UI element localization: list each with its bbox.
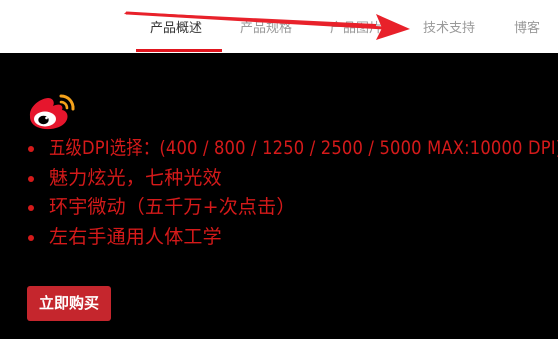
tab-blog[interactable]: 博客 [514,0,540,53]
bullet-dot [28,146,34,152]
feature-item-lighting: 魅力炫光，七种光效 [28,164,558,194]
top-navigation: 产品概述 产品规格 产品图片 技术支持 博客 [0,0,558,53]
tab-tech-support[interactable]: 技术支持 [423,0,475,53]
feature-item-switches: 环宇微动（五千万+次点击） [28,193,558,223]
feature-list: 五级DPI选择：(400 / 800 / 1250 / 2500 / 5000 … [28,134,558,252]
feature-text: 五级DPI选择：(400 / 800 / 1250 / 2500 / 5000 … [49,137,558,159]
feature-item-ergonomics: 左右手通用人体工学 [28,223,558,253]
feature-text: 左右手通用人体工学 [49,225,222,248]
feature-text: 魅力炫光，七种光效 [49,166,222,189]
bullet-dot [28,205,34,211]
active-tab-underline [136,49,222,52]
tab-product-overview[interactable]: 产品概述 [150,0,202,53]
weibo-icon [29,94,75,130]
bullet-dot [28,175,34,182]
tab-product-specs[interactable]: 产品规格 [240,0,292,53]
buy-now-button[interactable]: 立即购买 [27,286,111,321]
feature-item-dpi: 五级DPI选择：(400 / 800 / 1250 / 2500 / 5000 … [28,134,558,164]
bullet-dot [28,234,34,241]
tab-product-images[interactable]: 产品图片 [330,0,382,53]
feature-text: 环宇微动（五千万+次点击） [49,196,296,218]
